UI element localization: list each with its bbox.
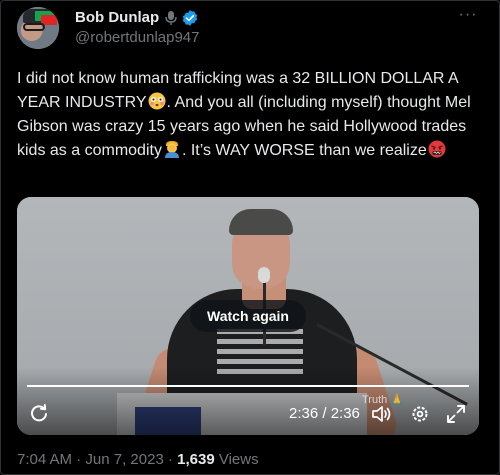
microphone-icon — [165, 11, 177, 25]
author-display-name[interactable]: Bob Dunlap — [75, 9, 159, 26]
tweet-text: I did not know human trafficking was a 3… — [17, 67, 487, 163]
replay-icon[interactable] — [29, 403, 49, 423]
tweet-time[interactable]: 7:04 AM — [17, 451, 72, 468]
author-handle[interactable]: @robertdunlap947 — [75, 29, 199, 46]
volume-icon[interactable] — [371, 404, 393, 424]
video-progress-fill — [27, 385, 469, 387]
meta-separator: · — [76, 451, 82, 468]
video-time-readout: 2:36 / 2:36 — [289, 405, 360, 422]
verified-icon — [182, 10, 198, 26]
tweet-text-segment: . It’s WAY WORSE than we realize — [181, 142, 427, 159]
video-player[interactable]: Truth 🙏 Watch again 2:36 / 2:36 — [17, 197, 479, 435]
more-options-button[interactable]: ··· — [456, 7, 480, 27]
watch-again-button[interactable]: Watch again — [190, 300, 306, 332]
author-avatar[interactable] — [17, 7, 59, 49]
flushed-face-emoji — [148, 92, 166, 110]
video-progress-bar[interactable] — [27, 385, 469, 387]
tweet-date[interactable]: Jun 7, 2023 — [85, 451, 163, 468]
settings-icon[interactable] — [410, 404, 430, 424]
fullscreen-icon[interactable] — [446, 404, 466, 424]
tweet-meta: 7:04 AM · Jun 7, 2023 · 1,639 Views — [17, 451, 259, 468]
person-facepalming-emoji — [164, 141, 179, 158]
angry-symbols-face-emoji — [428, 140, 446, 158]
video-speaker-cap — [229, 209, 293, 235]
video-controls-gradient — [17, 367, 479, 435]
meta-separator: · — [167, 451, 173, 468]
views-label: Views — [218, 451, 259, 468]
views-count: 1,639 — [177, 451, 215, 468]
video-microphone — [258, 267, 270, 283]
tweet-card: Bob Dunlap @robertdunlap947 ··· I did no… — [0, 0, 500, 475]
avatar-glasses — [23, 23, 45, 31]
